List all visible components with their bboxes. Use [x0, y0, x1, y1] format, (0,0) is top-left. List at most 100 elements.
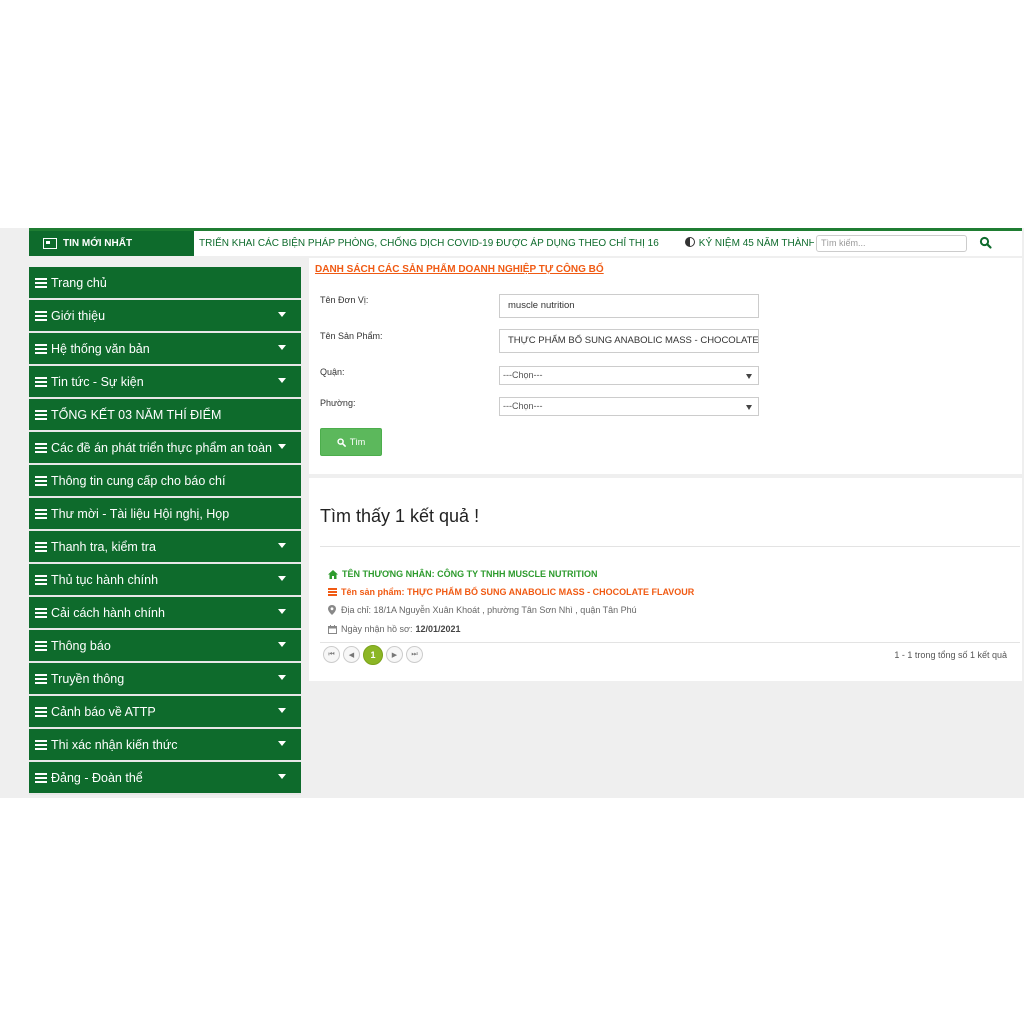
list-icon: [35, 607, 47, 618]
sidebar-item-label: Thư mời - Tài liệu Hội nghị, Họp: [51, 506, 230, 521]
search-input[interactable]: Tìm kiếm...: [816, 235, 967, 252]
result-address: Địa chỉ: 18/1A Nguyễn Xuân Khoát , phườn…: [328, 605, 637, 615]
news-item-link[interactable]: TRIỂN KHAI CÁC BIỆN PHÁP PHÒNG, CHỐNG DỊ…: [199, 238, 659, 249]
date-label: Ngày nhận hồ sơ:: [341, 624, 413, 634]
last-page-icon[interactable]: ⏭: [406, 646, 423, 663]
sidebar-item-label: Giới thiệu: [51, 308, 106, 323]
list-icon: [35, 739, 47, 750]
sidebar-item-thanh-tra[interactable]: Thanh tra, kiểm tra: [29, 531, 301, 564]
search-button[interactable]: Tìm: [320, 428, 382, 456]
list-icon: [35, 343, 47, 354]
sidebar-item-label: Thanh tra, kiểm tra: [51, 539, 156, 554]
sidebar-item-he-thong-van-ban[interactable]: Hệ thống văn bản: [29, 333, 301, 366]
sidebar-item-label: Trang chủ: [51, 275, 107, 290]
search-button-label: Tìm: [349, 437, 366, 447]
ward-selected-value: ---Chọn---: [503, 401, 543, 411]
sidebar-item-label: Đảng - Đoàn thể: [51, 770, 143, 785]
result-merchant[interactable]: TÊN THƯƠNG NHÂN: CÔNG TY TNHH MUSCLE NUT…: [328, 569, 597, 579]
caret-down-icon: [278, 708, 286, 713]
form-title[interactable]: DANH SÁCH CÁC SẢN PHẨM DOANH NGHIỆP TỰ C…: [315, 264, 604, 275]
caret-down-icon: [278, 741, 286, 746]
divider: [320, 546, 1020, 547]
sidebar-item-label: Các đề án phát triển thực phẩm an toàn: [51, 440, 273, 455]
search-icon: [337, 437, 346, 447]
sidebar-item-label: Thông báo: [51, 638, 111, 653]
sidebar-item-truyen-thong[interactable]: Truyền thông: [29, 663, 301, 696]
ward-select[interactable]: ---Chọn---: [499, 397, 759, 416]
sidebar-item-de-an[interactable]: Các đề án phát triển thực phẩm an toàn: [29, 432, 301, 465]
product-input[interactable]: THỰC PHẨM BỔ SUNG ANABOLIC MASS - CHOCOL…: [499, 329, 759, 353]
sidebar-item-label: Tin tức - Sự kiện: [51, 374, 144, 389]
sidebar-menu: Trang chủ Giới thiệu Hệ thống văn bản Ti…: [29, 267, 301, 795]
product-name: Tên sản phẩm: THỰC PHẨM BỔ SUNG ANABOLIC…: [341, 587, 695, 597]
latest-news-text: TIN MỚI NHẤT: [63, 238, 133, 249]
results-panel: Tìm thấy 1 kết quả ! TÊN THƯƠNG NHÂN: CÔ…: [309, 478, 1022, 681]
chevron-down-icon: [746, 405, 752, 410]
sidebar-item-label: Cảnh báo về ATTP: [51, 704, 156, 719]
caret-down-icon: [278, 543, 286, 548]
caret-down-icon: [278, 675, 286, 680]
list-icon: [35, 376, 47, 387]
product-label: Tên Sản Phẩm:: [320, 331, 383, 341]
first-page-icon[interactable]: ⏮: [323, 646, 340, 663]
address-text: Địa chỉ: 18/1A Nguyễn Xuân Khoát , phườn…: [341, 605, 637, 615]
search-form-panel: DANH SÁCH CÁC SẢN PHẨM DOANH NGHIỆP TỰ C…: [309, 258, 1022, 474]
search-icon[interactable]: [979, 236, 993, 250]
sidebar-item-thong-tin-bao-chi[interactable]: Thông tin cung cấp cho báo chí: [29, 465, 301, 498]
chevron-down-icon: [746, 374, 752, 379]
list-icon: [35, 442, 47, 453]
home-icon: [328, 569, 338, 579]
sidebar-item-label: Cải cách hành chính: [51, 605, 165, 620]
sidebar-item-label: Truyền thông: [51, 671, 125, 686]
sidebar-item-thong-bao[interactable]: Thông báo: [29, 630, 301, 663]
list-icon: [35, 541, 47, 552]
sidebar-item-dang-doan-the[interactable]: Đảng - Đoàn thể: [29, 762, 301, 795]
caret-down-icon: [278, 378, 286, 383]
sidebar-item-tin-tuc[interactable]: Tin tức - Sự kiện: [29, 366, 301, 399]
divider: [320, 642, 1020, 643]
page-number-button[interactable]: 1: [363, 645, 383, 665]
merchant-name: TÊN THƯƠNG NHÂN: CÔNG TY TNHH MUSCLE NUT…: [342, 569, 598, 579]
date-value: 12/01/2021: [415, 624, 461, 634]
list-icon: [35, 409, 47, 420]
sidebar-item-cai-cach[interactable]: Cải cách hành chính: [29, 597, 301, 630]
prev-page-icon[interactable]: ◀: [343, 646, 360, 663]
pagination: ⏮ ◀ 1 ▶ ⏭: [323, 645, 423, 665]
sidebar-item-tong-ket[interactable]: TỔNG KẾT 03 NĂM THÍ ĐIỂM: [29, 399, 301, 432]
district-label: Quận:: [320, 367, 345, 377]
sidebar-item-thu-moi[interactable]: Thư mời - Tài liệu Hội nghị, Họp: [29, 498, 301, 531]
list-icon: [35, 574, 47, 585]
sidebar-item-thu-tuc[interactable]: Thủ tục hành chính: [29, 564, 301, 597]
list-icon: [35, 772, 47, 783]
caret-down-icon: [278, 444, 286, 449]
caret-down-icon: [278, 576, 286, 581]
list-icon: [35, 640, 47, 651]
list-icon: [35, 706, 47, 717]
list-icon: [328, 588, 337, 596]
list-icon: [35, 310, 47, 321]
sidebar-item-label: Thi xác nhận kiến thức: [51, 737, 178, 752]
list-icon: [35, 277, 47, 288]
sidebar-item-thi-xac-nhan[interactable]: Thi xác nhận kiến thức: [29, 729, 301, 762]
sidebar-item-label: Hệ thống văn bản: [51, 341, 150, 356]
news-item-link[interactable]: KỶ NIỆM 45 NĂM THÀNH PHỐ SÀI GÒN: [699, 238, 814, 249]
result-product[interactable]: Tên sản phẩm: THỰC PHẨM BỔ SUNG ANABOLIC…: [328, 587, 694, 597]
caret-down-icon: [278, 642, 286, 647]
district-select[interactable]: ---Chọn---: [499, 366, 759, 385]
sidebar-item-label: TỔNG KẾT 03 NĂM THÍ ĐIỂM: [51, 407, 222, 422]
ward-label: Phường:: [320, 398, 356, 408]
caret-down-icon: [278, 609, 286, 614]
calendar-icon: [328, 624, 337, 634]
result-date: Ngày nhận hồ sơ: 12/01/2021: [328, 624, 461, 634]
pagination-summary: 1 - 1 trong tổng số 1 kết quả: [894, 650, 1007, 660]
sidebar-item-canh-bao[interactable]: Cảnh báo về ATTP: [29, 696, 301, 729]
next-page-icon[interactable]: ▶: [386, 646, 403, 663]
sidebar-item-gioi-thieu[interactable]: Giới thiệu: [29, 300, 301, 333]
list-icon: [35, 673, 47, 684]
map-marker-icon: [328, 605, 336, 615]
latest-news-label: TIN MỚI NHẤT: [29, 231, 194, 256]
unit-input[interactable]: muscle nutrition: [499, 294, 759, 318]
sidebar-item-trang-chu[interactable]: Trang chủ: [29, 267, 301, 300]
list-icon: [35, 475, 47, 486]
sidebar-item-label: Thủ tục hành chính: [51, 572, 159, 587]
